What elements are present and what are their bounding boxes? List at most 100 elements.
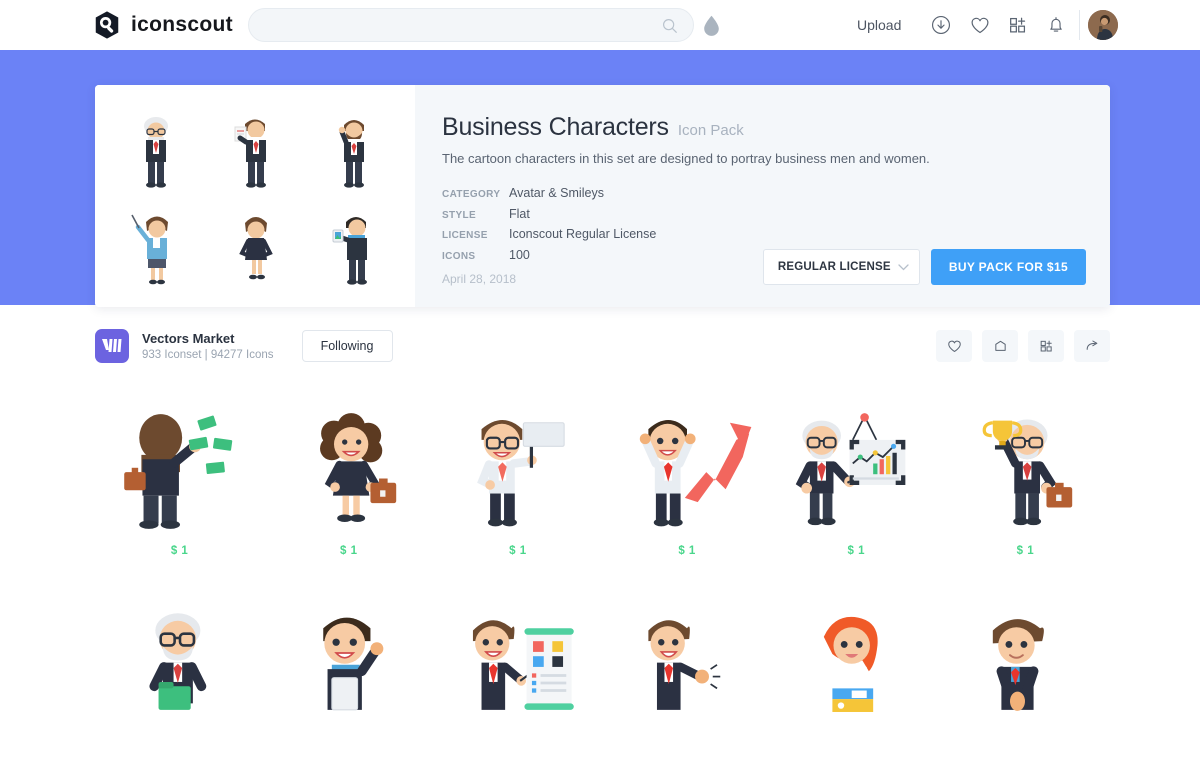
icon-art <box>105 411 255 531</box>
bell-icon[interactable] <box>1045 14 1067 36</box>
icon-man-throwing-money-icon <box>123 414 232 529</box>
icon-price: $ 1 <box>509 545 527 557</box>
icon-art <box>950 608 1100 728</box>
logo-text: iconscout <box>131 13 233 36</box>
icon-old-man-presenting-chart-icon <box>795 413 906 526</box>
meta-value: Flat <box>509 206 530 221</box>
bag-button[interactable] <box>982 330 1018 362</box>
heart-icon[interactable] <box>969 14 991 36</box>
icon-old-man-holding-trophy-icon <box>983 419 1073 526</box>
pack-card: Business Characters Icon Pack The cartoo… <box>95 85 1110 307</box>
icon-curly-hair-businesswoman[interactable]: $ 1 <box>264 393 433 568</box>
meta-key: CATEGORY <box>442 189 501 200</box>
pack-preview-grid <box>95 85 415 307</box>
download-circle-icon[interactable] <box>930 14 952 36</box>
author-avatar[interactable] <box>95 329 129 363</box>
meta-key: ICONS <box>442 250 476 262</box>
icon-price: $ 1 <box>847 545 865 557</box>
meta-row: LICENSE Iconscout Regular License <box>442 225 1080 246</box>
preview-man-holding-paper[interactable] <box>206 103 305 200</box>
preview-woman-pointer-stick-icon <box>131 214 169 284</box>
preview-man-holding-tablet-icon <box>332 216 367 285</box>
meta-value: Avatar & Smileys <box>509 186 604 200</box>
purchase-controls: REGULAR LICENSE BUY PACK FOR $15 <box>762 249 1086 285</box>
icon-price: $ 1 <box>1016 545 1035 557</box>
icon-man-waving-with-clipboard-icon <box>322 617 384 711</box>
preview-old-man-glasses[interactable] <box>107 103 206 200</box>
header-divider <box>1079 10 1080 40</box>
icon-man-waving-hand[interactable] <box>603 590 772 765</box>
icon-redhead-woman-with-files-icon <box>824 616 878 712</box>
icon-old-man-presenting-chart[interactable]: $ 1 <box>772 393 941 568</box>
search-icon <box>663 19 677 33</box>
avatar-photo-icon <box>1088 10 1118 40</box>
author-name[interactable]: Vectors Market <box>142 331 274 346</box>
preview-man-holding-paper-icon <box>234 119 266 188</box>
icon-old-man-holding-folder[interactable] <box>95 590 264 765</box>
chevron-down-icon <box>898 263 909 270</box>
vectors-market-logo-icon <box>101 339 121 352</box>
icon-man-throwing-money[interactable]: $ 1 <box>95 393 264 568</box>
author-stats: 933 Iconset | 94277 Icons <box>142 349 274 361</box>
icon-art <box>443 608 593 728</box>
logo[interactable]: iconscout <box>92 10 233 40</box>
icon-man-cheering-with-arrow[interactable]: $ 1 <box>603 393 772 568</box>
meta-key: LICENSE <box>442 230 488 241</box>
meta-row: CATEGORY Avatar & Smileys <box>442 184 1080 205</box>
avatar[interactable] <box>1088 10 1118 40</box>
icon-man-presenting-board-icon <box>472 620 574 710</box>
bag-icon <box>994 340 1006 351</box>
icon-man-hands-together[interactable] <box>941 590 1110 765</box>
icon-art <box>274 608 424 728</box>
icon-price: $ 1 <box>339 545 358 557</box>
icon-art <box>274 411 424 531</box>
icon-art <box>781 411 931 531</box>
preview-woman-hands-on-hips-icon <box>239 216 273 279</box>
follow-button[interactable]: Following <box>301 330 393 362</box>
preview-man-holding-tablet[interactable] <box>304 200 403 297</box>
preview-woman-pointer-stick[interactable] <box>107 200 206 297</box>
preview-woman-hands-on-hips[interactable] <box>206 200 305 297</box>
search-input[interactable] <box>248 8 694 42</box>
icon-old-man-holding-trophy[interactable]: $ 1 <box>941 393 1110 568</box>
meta-value: Iconscout Regular License <box>509 227 657 241</box>
license-select[interactable]: REGULAR LICENSE <box>762 249 920 285</box>
author-meta: Vectors Market 933 Iconset | 94277 Icons <box>142 331 274 361</box>
icon-price: $ 1 <box>678 545 696 557</box>
preview-old-man-glasses-icon <box>144 116 169 188</box>
icon-man-waving-with-clipboard[interactable] <box>264 590 433 765</box>
add-to-collection-button[interactable] <box>1028 330 1064 362</box>
upload-link[interactable]: Upload <box>857 17 901 33</box>
icon-old-man-holding-folder-icon <box>149 613 206 710</box>
icon-man-cheering-with-arrow-icon <box>639 420 752 527</box>
buy-pack-button[interactable]: BUY PACK FOR $15 <box>930 249 1086 285</box>
icon-art <box>443 411 593 531</box>
pack-info-panel: Business Characters Icon Pack The cartoo… <box>415 85 1110 307</box>
like-button[interactable] <box>936 330 972 362</box>
share-button[interactable] <box>1074 330 1110 362</box>
grid-plus-icon[interactable] <box>1007 14 1029 36</box>
meta-row: STYLE Flat <box>442 205 1080 226</box>
icon-redhead-woman-with-files[interactable] <box>772 590 941 765</box>
heart-icon <box>947 340 961 352</box>
share-icon <box>1086 340 1097 350</box>
iconscout-hexagon-logo-icon <box>95 11 119 39</box>
icon-man-waving-hand-icon <box>648 620 721 710</box>
grid-plus-icon <box>1040 340 1052 352</box>
icon-man-holding-blank-sign[interactable]: $ 1 <box>433 393 602 568</box>
preview-bearded-man-thumbs-up[interactable] <box>304 103 403 200</box>
icon-curly-hair-businesswoman-icon <box>319 413 396 522</box>
pack-description: The cartoon characters in this set are d… <box>442 151 930 166</box>
icon-art <box>950 411 1100 531</box>
license-select-value: REGULAR LICENSE <box>777 261 891 273</box>
icon-art <box>612 411 762 531</box>
page-title: Business Characters <box>442 113 669 141</box>
icon-man-hands-together-icon <box>993 619 1045 711</box>
icon-man-holding-blank-sign-icon <box>477 420 565 527</box>
meta-key: STYLE <box>442 209 476 221</box>
droplet-icon[interactable] <box>703 15 720 36</box>
icon-man-presenting-board[interactable] <box>433 590 602 765</box>
author-row: Vectors Market 933 Iconset | 94277 Icons… <box>95 323 1110 369</box>
meta-value: 100 <box>509 247 530 262</box>
icon-art <box>105 608 255 728</box>
